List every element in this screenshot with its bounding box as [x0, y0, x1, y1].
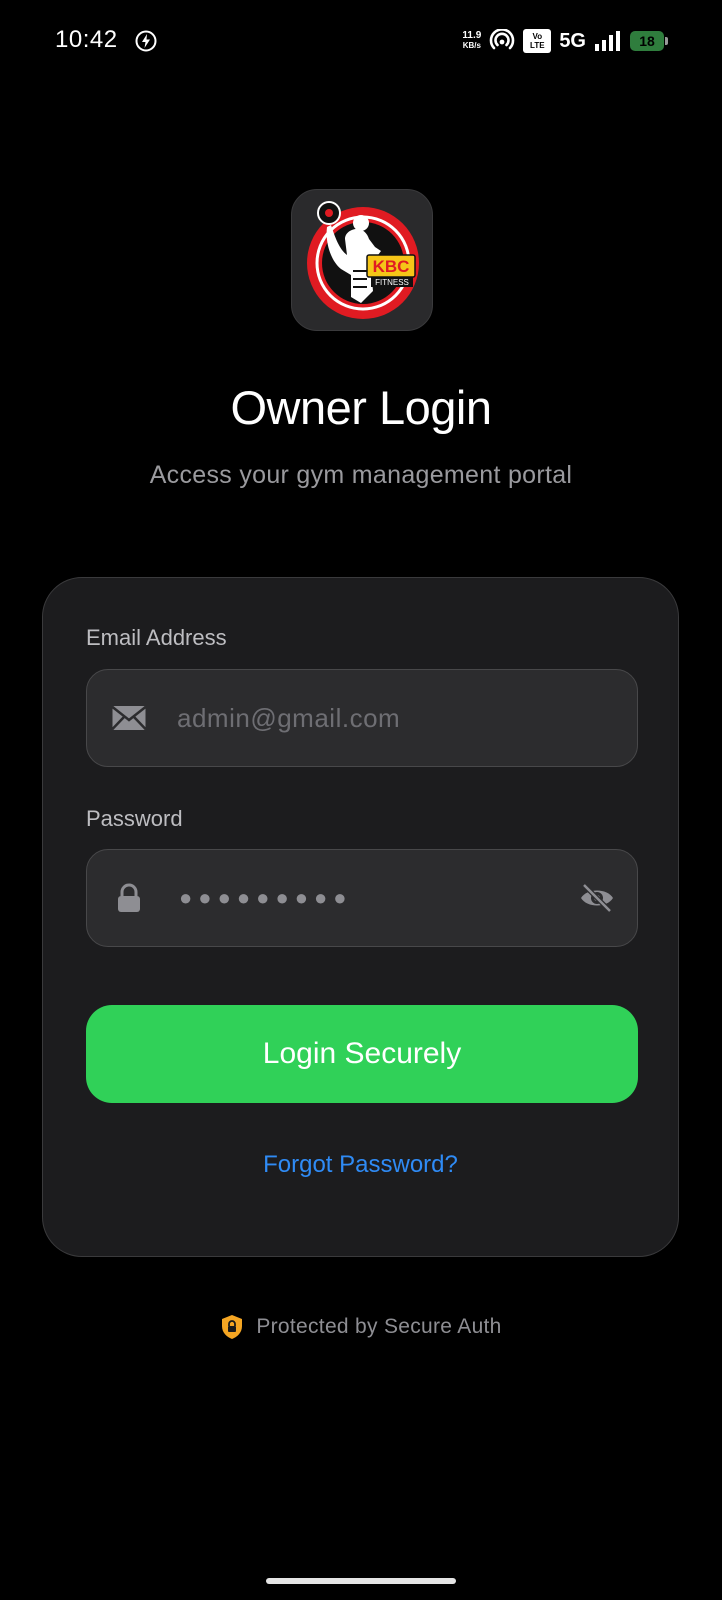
status-bar: 10:42 11.9 KB/s Vo LTE 5G 18	[0, 0, 722, 84]
kbc-fitness-logo: KBC FITNESS	[307, 201, 419, 319]
password-label: Password	[86, 806, 183, 831]
hotspot-icon	[490, 29, 515, 50]
volte-top: Vo	[532, 32, 543, 41]
login-card: Email Address Password ●●●●●●●●● Login S…	[42, 577, 679, 1257]
battery-level: 18	[639, 33, 655, 49]
secure-auth-text: Protected by Secure Auth	[256, 1315, 502, 1338]
volte-badge: Vo LTE	[523, 29, 552, 53]
app-logo: KBC FITNESS	[291, 189, 433, 331]
lock-icon	[118, 883, 140, 912]
battery-icon: 18	[630, 31, 668, 51]
password-input[interactable]: ●●●●●●●●●	[179, 850, 353, 946]
secure-auth-note: Protected by Secure Auth	[0, 1314, 722, 1340]
network-type: 5G	[559, 29, 586, 52]
network-speed: 11.9 KB/s	[462, 31, 481, 51]
forgot-password-link[interactable]: Forgot Password?	[43, 1151, 678, 1179]
mail-icon	[111, 706, 147, 730]
eye-off-icon[interactable]	[579, 882, 615, 914]
signal-bars-icon	[595, 31, 620, 51]
bolt-icon	[135, 30, 157, 52]
logo-text: KBC	[373, 257, 410, 276]
email-input[interactable]	[177, 670, 597, 766]
email-label: Email Address	[86, 625, 227, 650]
status-time: 10:42	[55, 26, 118, 53]
status-indicators: 11.9 KB/s Vo LTE 5G 18	[462, 26, 668, 56]
network-speed-unit: KB/s	[462, 41, 481, 50]
volte-bottom: LTE	[530, 41, 545, 50]
page-title: Owner Login	[230, 381, 493, 434]
shield-lock-icon	[222, 1315, 243, 1339]
network-speed-value: 11.9	[462, 30, 482, 41]
email-field[interactable]	[86, 669, 638, 767]
home-indicator[interactable]	[266, 1578, 456, 1584]
login-button[interactable]: Login Securely	[86, 1005, 638, 1103]
logo-subtext: FITNESS	[375, 278, 409, 287]
page-subtitle: Access your gym management portal	[149, 461, 573, 489]
password-field[interactable]: ●●●●●●●●●	[86, 849, 638, 947]
